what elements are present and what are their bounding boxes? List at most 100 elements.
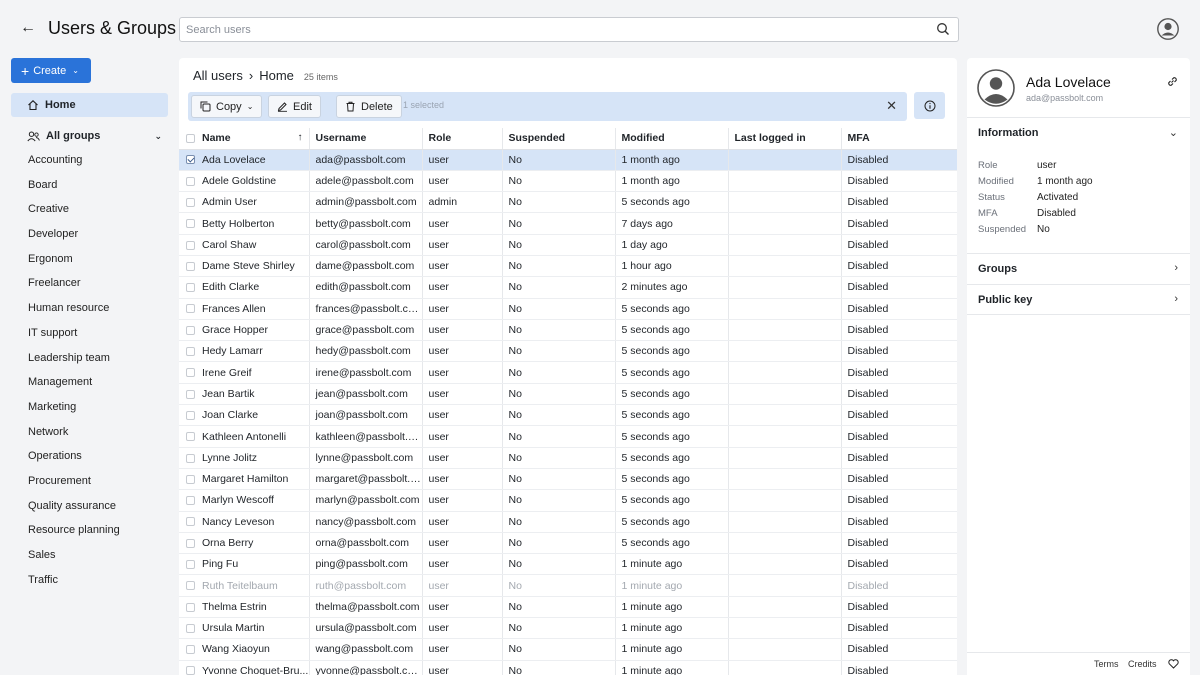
row-checkbox[interactable]: [179, 425, 196, 448]
table-row[interactable]: Kathleen Antonelli kathleen@passbolt.c...…: [179, 425, 957, 448]
row-checkbox[interactable]: [179, 638, 196, 661]
sidebar-group-item[interactable]: Human resource: [28, 298, 120, 323]
column-header-name[interactable]: Name ↑: [196, 128, 310, 150]
chevron-down-icon[interactable]: ⌄: [1169, 126, 1178, 139]
heart-icon[interactable]: [1168, 659, 1179, 669]
table-row[interactable]: Thelma Estrin thelma@passbolt.com user No 1 …: [179, 596, 957, 619]
row-checkbox[interactable]: [179, 191, 196, 214]
sidebar-group-item[interactable]: Resource planning: [28, 520, 120, 545]
row-checkbox[interactable]: [179, 255, 196, 278]
sidebar-group-item[interactable]: Creative: [28, 199, 120, 224]
column-header-last-logged-in[interactable]: Last logged in: [728, 128, 842, 150]
public-key-section[interactable]: Public key ›: [967, 284, 1190, 315]
row-checkbox[interactable]: [179, 489, 196, 512]
user-avatar-icon[interactable]: [1157, 18, 1179, 40]
row-checkbox[interactable]: [179, 276, 196, 299]
row-checkbox[interactable]: [179, 340, 196, 363]
delete-button[interactable]: Delete: [336, 95, 402, 118]
sidebar-group-item[interactable]: Developer: [28, 224, 120, 249]
chevron-down-icon[interactable]: ⌄: [154, 131, 162, 142]
row-checkbox[interactable]: [179, 149, 196, 171]
sidebar-group-item[interactable]: Ergonom: [28, 249, 120, 274]
column-header-suspended[interactable]: Suspended: [502, 128, 616, 150]
row-checkbox[interactable]: [179, 660, 196, 675]
row-checkbox[interactable]: [179, 404, 196, 427]
select-all-checkbox[interactable]: [179, 128, 196, 150]
sidebar-group-item[interactable]: Leadership team: [28, 348, 120, 373]
sidebar-group-item[interactable]: Accounting: [28, 150, 120, 175]
sidebar-group-item[interactable]: Traffic: [28, 570, 120, 595]
table-row[interactable]: Ruth Teitelbaum ruth@passbolt.com user No 1 …: [179, 574, 957, 597]
copy-button[interactable]: Copy ⌄: [191, 95, 263, 118]
search-icon[interactable]: [936, 22, 950, 36]
table-row[interactable]: Dame Steve Shirley dame@passbolt.com user N…: [179, 255, 957, 278]
link-icon[interactable]: [1166, 75, 1179, 88]
row-checkbox[interactable]: [179, 234, 196, 256]
table-row[interactable]: Hedy Lamarr hedy@passbolt.com user No 5 seco…: [179, 340, 957, 363]
table-row[interactable]: Ada Lovelace ada@passbolt.com user No 1 mont…: [179, 149, 957, 171]
sidebar-group-item[interactable]: IT support: [28, 323, 120, 348]
sidebar-group-item[interactable]: Board: [28, 175, 120, 200]
column-header-mfa[interactable]: MFA: [841, 128, 957, 150]
table-row[interactable]: Irene Greif irene@passbolt.com user No 5 sec…: [179, 361, 957, 384]
row-checkbox[interactable]: [179, 319, 196, 342]
table-row[interactable]: Grace Hopper grace@passbolt.com user No 5 se…: [179, 319, 957, 342]
table-row[interactable]: Edith Clarke edith@passbolt.com user No 2 mi…: [179, 276, 957, 299]
sidebar-group-item[interactable]: Network: [28, 422, 120, 447]
table-row[interactable]: Wang Xiaoyun wang@passbolt.com user No 1 min…: [179, 638, 957, 661]
row-checkbox[interactable]: [179, 511, 196, 533]
back-arrow-icon[interactable]: ←: [18, 18, 38, 38]
sidebar-group-item[interactable]: Procurement: [28, 471, 120, 496]
row-checkbox[interactable]: [179, 447, 196, 469]
table-row[interactable]: Joan Clarke joan@passbolt.com user No 5 seco…: [179, 404, 957, 427]
row-checkbox[interactable]: [179, 468, 196, 491]
sidebar-group-item[interactable]: Management: [28, 372, 120, 397]
row-checkbox[interactable]: [179, 553, 196, 576]
search-input[interactable]: [180, 18, 920, 41]
sidebar-group-item[interactable]: Freelancer: [28, 273, 120, 298]
table-row[interactable]: Margaret Hamilton margaret@passbolt.c... u…: [179, 468, 957, 491]
table-row[interactable]: Frances Allen frances@passbolt.com user No 5…: [179, 298, 957, 320]
table-row[interactable]: Admin User admin@passbolt.com admin No 5 sec…: [179, 191, 957, 214]
info-button[interactable]: [914, 92, 945, 119]
table-row[interactable]: Marlyn Wescoff marlyn@passbolt.com user No 5…: [179, 489, 957, 512]
table-row[interactable]: Ursula Martin ursula@passbolt.com user No 1 …: [179, 617, 957, 640]
table-row[interactable]: Lynne Jolitz lynne@passbolt.com user No 5 se…: [179, 447, 957, 469]
row-checkbox[interactable]: [179, 532, 196, 555]
row-checkbox[interactable]: [179, 596, 196, 619]
sidebar-group-item[interactable]: Operations: [28, 446, 120, 471]
column-header-role[interactable]: Role: [422, 128, 503, 150]
create-button[interactable]: + Create ⌄: [11, 58, 91, 83]
row-checkbox[interactable]: [179, 170, 196, 193]
sidebar-all-groups[interactable]: All groups ⌄: [27, 128, 162, 144]
sidebar-group-item[interactable]: Marketing: [28, 397, 120, 422]
sidebar-group-item[interactable]: Quality assurance: [28, 496, 120, 521]
cell-name: Frances Allen: [196, 298, 310, 320]
sidebar-item-home[interactable]: Home: [11, 93, 168, 117]
table-row[interactable]: Nancy Leveson nancy@passbolt.com user No 5 s…: [179, 511, 957, 533]
breadcrumb-root[interactable]: All users: [193, 68, 243, 83]
credits-link[interactable]: Credits: [1128, 659, 1157, 669]
column-header-modified[interactable]: Modified: [615, 128, 729, 150]
row-checkbox[interactable]: [179, 383, 196, 406]
column-header-username[interactable]: Username: [309, 128, 423, 150]
breadcrumb-current[interactable]: Home: [259, 68, 294, 83]
groups-section[interactable]: Groups ›: [967, 253, 1190, 284]
table-row[interactable]: Ping Fu ping@passbolt.com user No 1 minute a…: [179, 553, 957, 576]
sidebar-group-item[interactable]: Sales: [28, 545, 120, 570]
table-row[interactable]: Betty Holberton betty@passbolt.com user No 7…: [179, 212, 957, 235]
information-header[interactable]: Information: [978, 127, 1039, 139]
terms-link[interactable]: Terms: [1094, 659, 1119, 669]
row-checkbox[interactable]: [179, 361, 196, 384]
table-row[interactable]: Adele Goldstine adele@passbolt.com user No 1…: [179, 170, 957, 193]
table-row[interactable]: Jean Bartik jean@passbolt.com user No 5 seco…: [179, 383, 957, 406]
close-icon[interactable]: ✕: [886, 98, 897, 114]
edit-button[interactable]: Edit: [268, 95, 321, 118]
table-row[interactable]: Orna Berry orna@passbolt.com user No 5 secon…: [179, 532, 957, 555]
row-checkbox[interactable]: [179, 298, 196, 320]
row-checkbox[interactable]: [179, 617, 196, 640]
row-checkbox[interactable]: [179, 212, 196, 235]
table-row[interactable]: Yvonne Choquet-Bru... yvonne@passbolt.com…: [179, 660, 957, 675]
row-checkbox[interactable]: [179, 574, 196, 597]
table-row[interactable]: Carol Shaw carol@passbolt.com user No 1 day …: [179, 234, 957, 256]
